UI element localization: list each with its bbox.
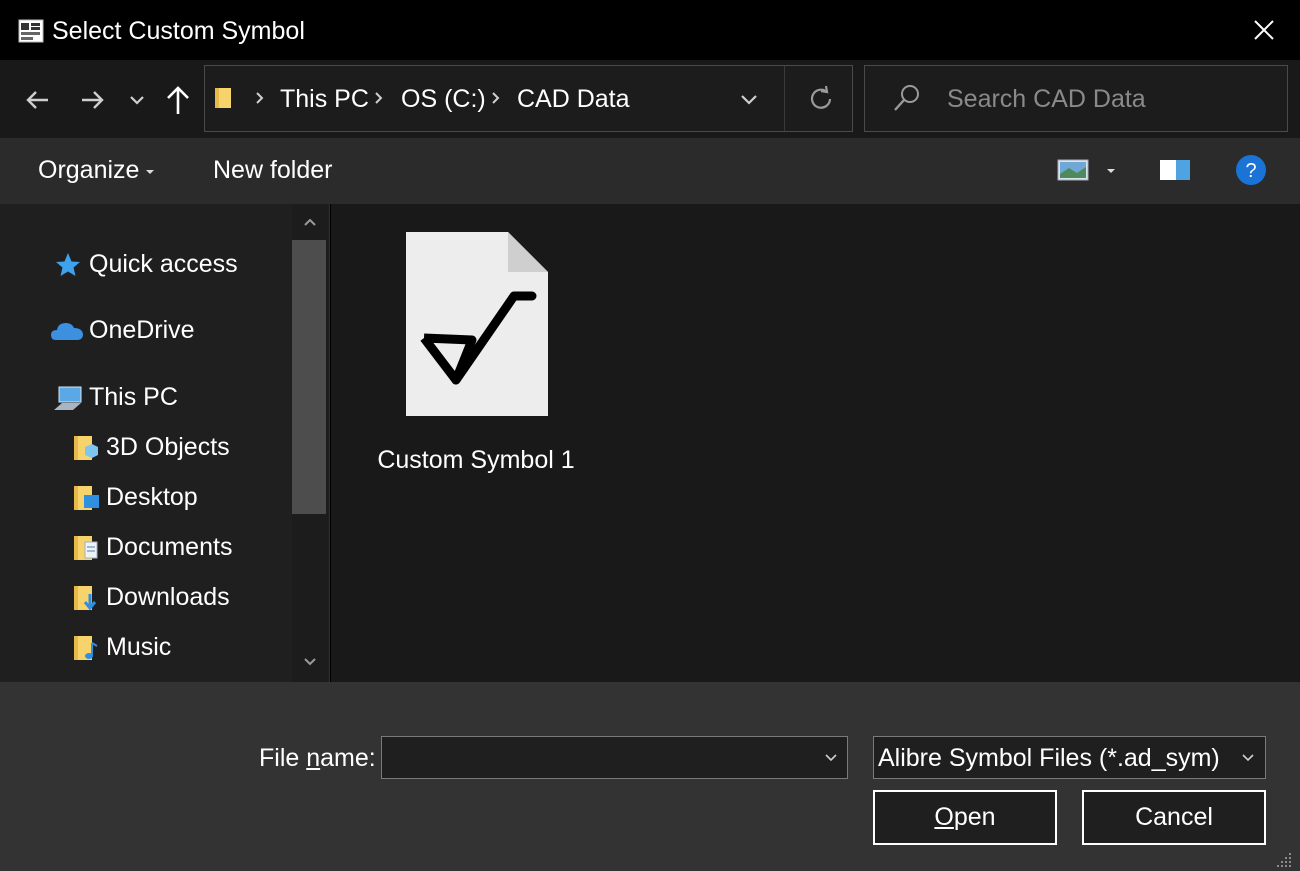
file-type-select[interactable]: Alibre Symbol Files (*.ad_sym)	[873, 736, 1266, 779]
file-name-field[interactable]	[386, 741, 806, 775]
chevron-down-icon[interactable]	[1240, 751, 1256, 765]
file-name-label: Custom Symbol 1	[377, 446, 575, 474]
address-bar[interactable]: This PC OS (C:) CAD Data	[204, 65, 853, 132]
svg-text:?: ?	[1245, 160, 1256, 182]
music-folder-icon	[74, 636, 98, 660]
desktop-folder-icon	[74, 486, 99, 510]
sidebar-item-label: OneDrive	[89, 316, 195, 344]
preview-pane-icon[interactable]	[1159, 158, 1191, 182]
file-type-value: Alibre Symbol Files (*.ad_sym)	[878, 744, 1220, 772]
arrow-left-icon[interactable]	[20, 82, 56, 118]
navigation-pane: Quick access OneDrive This PC 3D Objects…	[0, 204, 330, 682]
sidebar-item-label: Quick access	[89, 250, 238, 278]
symbol-file-icon	[406, 232, 548, 416]
cancel-button[interactable]: Cancel	[1082, 790, 1266, 845]
caret-down-icon[interactable]	[1107, 169, 1115, 173]
documents-folder-icon	[74, 536, 98, 560]
sidebar-item-label: Desktop	[106, 483, 198, 511]
sidebar-item-label: Downloads	[106, 583, 230, 611]
title-bar: Select Custom Symbol	[0, 0, 1300, 60]
sidebar-item-label: Music	[106, 633, 172, 661]
resize-grip-icon[interactable]	[1276, 850, 1294, 868]
folder-icon	[215, 88, 231, 108]
chevron-right-icon[interactable]	[253, 88, 267, 108]
cloud-icon	[51, 323, 83, 340]
3d-objects-folder-icon	[74, 436, 98, 460]
dialog-footer: File name: Alibre Symbol Files (*.ad_sym…	[0, 682, 1300, 871]
organize-label: Organize	[38, 156, 140, 184]
breadcrumb-this-pc[interactable]: This PC	[280, 85, 369, 114]
new-folder-button[interactable]: New folder	[213, 156, 333, 185]
caret-down-icon	[146, 170, 154, 174]
dialog-app-icon	[18, 19, 44, 43]
chevron-down-icon[interactable]	[120, 82, 156, 118]
breadcrumb-cad-data[interactable]: CAD Data	[517, 85, 630, 114]
chevron-down-icon[interactable]	[302, 654, 318, 670]
window-title: Select Custom Symbol	[52, 17, 305, 45]
file-item[interactable]: Custom Symbol 1	[371, 224, 581, 474]
open-button[interactable]: Open	[873, 790, 1057, 845]
chevron-down-icon[interactable]	[735, 86, 763, 112]
view-options-icon[interactable]	[1057, 158, 1089, 182]
sidebar-item-label: Documents	[106, 533, 233, 561]
scrollbar-thumb[interactable]	[292, 240, 326, 514]
file-list: Custom Symbol 1	[331, 204, 1300, 682]
sidebar-item-label: 3D Objects	[106, 433, 230, 461]
command-bar: Organize New folder ?	[0, 138, 1300, 204]
refresh-icon[interactable]	[805, 82, 837, 114]
search-input[interactable]	[947, 78, 1267, 120]
chevron-right-icon[interactable]	[489, 88, 503, 108]
file-name-combobox[interactable]	[381, 736, 848, 779]
help-icon[interactable]: ?	[1235, 154, 1267, 186]
navigation-bar: This PC OS (C:) CAD Data	[0, 60, 1300, 138]
computer-icon	[54, 386, 82, 410]
sidebar-item-label: This PC	[89, 383, 178, 411]
downloads-folder-icon	[74, 586, 97, 611]
chevron-right-icon[interactable]	[372, 88, 386, 108]
close-icon[interactable]	[1244, 12, 1284, 48]
chevron-down-icon[interactable]	[823, 751, 839, 765]
arrow-up-icon[interactable]	[160, 82, 196, 118]
search-icon	[894, 85, 919, 111]
organize-button[interactable]: Organize	[38, 156, 154, 185]
arrow-right-icon[interactable]	[74, 82, 110, 118]
divider	[784, 66, 785, 131]
search-box[interactable]	[864, 65, 1288, 132]
chevron-up-icon[interactable]	[302, 214, 318, 230]
file-name-label: File name:	[259, 744, 376, 772]
breadcrumb-os-c[interactable]: OS (C:)	[401, 85, 486, 114]
sidebar-scrollbar[interactable]	[292, 204, 328, 682]
star-icon	[56, 253, 80, 276]
